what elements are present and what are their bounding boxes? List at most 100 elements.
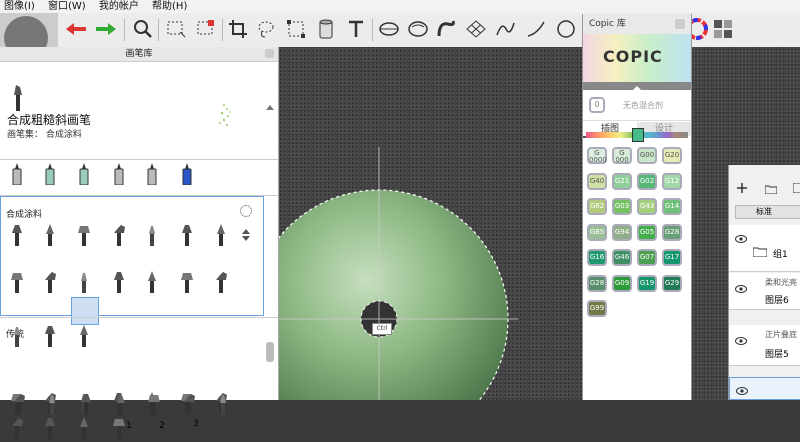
marker-brush-2[interactable] [77,163,91,186]
scrollbar-thumb[interactable] [266,342,274,362]
traditional-brush-2-0[interactable] [10,417,24,439]
crop-icon[interactable] [225,16,251,42]
folder-icon[interactable] [764,184,778,195]
marker-brush-4[interactable] [145,163,159,186]
colorless-blender-swatch[interactable]: 0 [589,97,605,113]
rect-select-subtract-icon[interactable] [193,16,219,42]
blend-mode-button[interactable]: 标准 [735,205,800,219]
copic-swatch[interactable]: G21 [612,172,632,190]
canvas[interactable]: Ctrl [278,47,582,400]
menu-image[interactable]: 图像(I) [0,0,41,13]
selected-brush-highlight[interactable] [71,297,99,325]
rect-select-icon[interactable] [163,16,189,42]
traditional-brush-1-4[interactable] [147,393,161,415]
copic-swatch[interactable]: G09 [612,274,632,292]
copic-swatch[interactable]: G99 [587,300,607,317]
eye-icon[interactable] [735,283,747,296]
scroll-up-icon[interactable] [266,102,274,110]
close-icon[interactable] [265,49,274,58]
marker-brush-5[interactable] [180,163,194,186]
traditional-brush-1-6[interactable] [216,393,230,415]
close-icon[interactable] [675,19,685,29]
copic-swatch[interactable]: G19 [637,274,657,292]
add-layer-icon[interactable] [737,183,747,193]
synthetic-brush-1-4[interactable] [145,271,159,293]
copic-swatch[interactable]: G05 [637,223,657,241]
layer-toolbar-more-icon[interactable] [792,182,800,194]
perspective-grid-icon[interactable] [463,16,489,42]
synthetic-brush-2-1[interactable] [43,325,57,347]
text-icon[interactable] [343,16,369,42]
synthetic-brush-0-6[interactable] [214,224,228,246]
layer-row-soft-glow[interactable]: 柔和光亮 图层6 [729,273,800,310]
synthetic-brush-0-5[interactable] [180,224,194,246]
copic-swatch[interactable]: G00 [637,147,657,164]
redo-icon[interactable] [93,16,119,42]
copic-swatch[interactable]: G85 [587,223,607,241]
sort-arrows-icon[interactable] [242,229,250,241]
copic-swatch[interactable]: G17 [662,249,682,266]
synthetic-brush-1-2[interactable] [77,271,91,293]
synthetic-brush-0-3[interactable] [112,224,126,246]
lasso-icon[interactable] [253,16,279,42]
eye-icon[interactable] [735,335,747,348]
undo-icon[interactable] [63,16,89,42]
traditional-brush-2-1[interactable] [43,417,57,439]
copic-swatch[interactable]: G28 [662,223,682,241]
copic-swatch[interactable]: G02 [637,172,657,190]
marker-brush-0[interactable] [10,163,24,186]
eye-icon[interactable] [735,233,747,246]
copic-swatch[interactable]: G03 [612,198,632,215]
palette-grid-icon[interactable] [710,16,736,42]
synthetic-brush-1-1[interactable] [43,271,57,293]
color-family-selector[interactable] [632,128,644,142]
copic-swatch[interactable]: G28 [587,274,607,292]
synthetic-brush-0-1[interactable] [43,224,57,246]
synthetic-brush-0-0[interactable] [10,224,24,246]
copic-swatch[interactable]: G43 [637,198,657,215]
menu-window[interactable]: 窗口(W) [44,0,92,13]
synthetic-brush-1-3[interactable] [112,271,126,293]
copic-swatch[interactable]: G20 [662,147,682,164]
synthetic-brush-1-0[interactable] [10,271,24,293]
eye-icon[interactable] [736,385,748,398]
ellipse-icon[interactable] [405,16,431,42]
traditional-brush-2-2[interactable] [77,417,91,439]
copic-swatch[interactable]: G14 [662,198,682,215]
marker-brush-1[interactable] [43,163,57,186]
stroke-icon[interactable] [492,16,518,42]
menu-account[interactable]: 我的帐户 [95,0,145,13]
synthetic-brush-2-0[interactable] [10,325,24,347]
traditional-brush-1-2[interactable] [79,393,93,415]
copic-swatch[interactable]: G16 [587,249,607,266]
settings-icon[interactable] [240,205,252,217]
copic-swatch[interactable]: G29 [662,274,682,292]
layer-row-selected[interactable] [729,377,800,400]
synthetic-brush-0-2[interactable] [77,224,91,246]
synthetic-brush-1-6[interactable] [214,271,228,293]
ellipse-guide-icon[interactable] [376,16,402,42]
copic-swatch[interactable]: G40 [587,172,607,190]
transform-icon[interactable] [283,16,309,42]
brush-preview[interactable] [0,13,58,47]
traditional-brush-2-3[interactable] [112,417,126,439]
copic-swatch[interactable]: G12 [662,172,682,190]
copic-collapse-bar[interactable] [583,82,691,90]
traditional-brush-1-0[interactable] [12,393,26,415]
traditional-brush-1-3[interactable] [114,393,128,415]
magnify-icon[interactable] [130,16,156,42]
synthetic-brush-1-5[interactable] [180,271,194,293]
copic-swatch[interactable]: G 000 [612,147,632,164]
layer-row-multiply[interactable]: 正片叠底 图层5 [729,325,800,366]
marker-brush-3[interactable] [112,163,126,186]
layer-row-group[interactable]: 组1 [729,225,800,272]
bucket-icon[interactable] [313,16,339,42]
copic-swatch[interactable]: G46 [612,249,632,266]
copic-swatch[interactable]: G07 [637,249,657,266]
synthetic-brush-0-4[interactable] [145,224,159,246]
circle-icon[interactable] [553,16,579,42]
synthetic-brush-2-2[interactable] [77,325,91,347]
menu-help[interactable]: 帮助(H) [148,0,193,13]
copic-swatch[interactable]: G82 [587,198,607,215]
french-curve-icon[interactable] [434,16,460,42]
